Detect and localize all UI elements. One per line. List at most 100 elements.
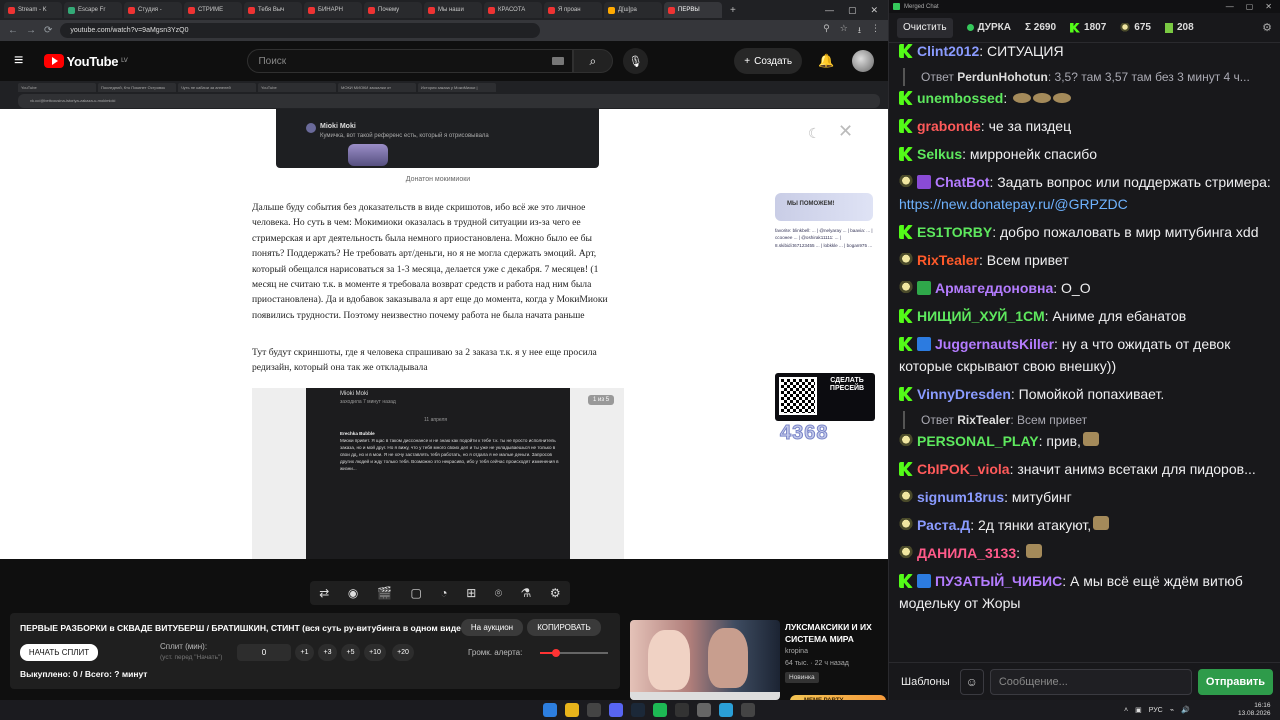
reload-icon[interactable]: ⟳ — [44, 25, 52, 36]
discord-icon[interactable] — [609, 703, 623, 717]
chat-link[interactable]: https://new.donatepay.ru/@GRPZDC — [899, 196, 1128, 212]
browser-tab[interactable]: Почему — [364, 2, 422, 18]
search-button[interactable]: ⌕ — [573, 49, 613, 73]
chat-username[interactable]: Selkus — [917, 146, 962, 162]
tray-icon[interactable]: ▣ — [1135, 706, 1142, 714]
chat-username[interactable]: CbIPOK_viola — [917, 461, 1010, 477]
increment-button[interactable]: +3 — [318, 644, 337, 661]
browser-tab[interactable]: Студия - — [124, 2, 182, 18]
close-icon[interactable]: ✕ — [870, 5, 878, 16]
chat-username[interactable]: RixTealer — [917, 252, 979, 268]
youtube-logo[interactable]: YouTube LV — [43, 54, 128, 69]
split-input[interactable]: 0 — [237, 644, 291, 661]
chat-username[interactable]: Армагеддоновна — [935, 280, 1053, 296]
bell-icon[interactable]: 🔔 — [818, 53, 834, 69]
volume-icon[interactable]: 🔊 — [1181, 706, 1190, 714]
camera-icon[interactable]: ⌾ — [495, 586, 502, 601]
chat-username[interactable]: ES1TORBY — [917, 224, 992, 240]
keyboard-icon[interactable] — [552, 57, 565, 65]
reply-username[interactable]: RixTealer — [957, 413, 1010, 427]
start-split-button[interactable]: НАЧАТЬ СПЛИТ — [20, 644, 98, 661]
browser-tab[interactable]: Я проан — [544, 2, 602, 18]
back-icon[interactable]: ← — [8, 25, 18, 36]
browser-tab[interactable]: Мы наши — [424, 2, 482, 18]
create-button[interactable]: + Создать — [734, 48, 803, 74]
chevron-up-icon[interactable]: ˄ — [1124, 707, 1128, 714]
maximize-icon[interactable]: ▢ — [848, 5, 857, 16]
browser-tab[interactable]: Stream - K — [4, 2, 62, 18]
increment-button[interactable]: +10 — [364, 644, 386, 661]
video-thumbnail[interactable] — [630, 620, 780, 700]
templates-button[interactable]: Шаблоны — [897, 669, 954, 695]
emoji-icon[interactable]: ☺ — [959, 668, 984, 695]
chrome-icon[interactable] — [565, 703, 579, 717]
copy-button[interactable]: КОПИРОВАТЬ — [527, 619, 601, 636]
obs-icon[interactable] — [675, 703, 689, 717]
chat-username[interactable]: JuggernautsKiller — [935, 336, 1054, 352]
chat-username[interactable]: Раста.Д — [917, 517, 970, 533]
browser-tab[interactable]: СТРИМЕ — [184, 2, 242, 18]
slider-knob[interactable] — [551, 649, 560, 657]
app-icon[interactable] — [697, 703, 711, 717]
telegram-icon[interactable] — [719, 703, 733, 717]
frame-icon[interactable]: ▢ — [410, 586, 421, 600]
reply-username[interactable]: PerdunHohotun — [957, 70, 1048, 84]
message-input[interactable]: Сообщение... — [989, 668, 1192, 695]
increment-button[interactable]: +1 — [295, 644, 314, 661]
browser-tab[interactable]: Тебя Выч — [244, 2, 302, 18]
chat-username[interactable]: signum18rus — [917, 489, 1004, 505]
chat-username[interactable]: Clint2012 — [917, 43, 979, 59]
recommended-video[interactable]: ЛУКСМАКСИКИ И ИХ СИСТЕМА МИРА kropina 64… — [630, 620, 880, 700]
chat-username[interactable]: ПУЗАТЫЙ_ЧИБИС — [935, 573, 1062, 589]
chat-username[interactable]: VinnyDresden — [917, 386, 1011, 402]
increment-button[interactable]: +20 — [392, 644, 414, 661]
forward-icon[interactable]: → — [26, 25, 36, 36]
chat-username[interactable]: PERSONAL_PLAY — [917, 433, 1039, 449]
clear-button[interactable]: Очистить — [897, 17, 953, 38]
url-field[interactable]: youtube.com/watch?v=9aMgsn3YzQ0 — [60, 23, 541, 38]
browser-tab[interactable]: ПЕРВЫ — [664, 2, 722, 18]
increment-button[interactable]: +5 — [341, 644, 360, 661]
loop-icon[interactable]: ⇄ — [319, 586, 329, 600]
chat-username[interactable]: unembossed — [917, 90, 1003, 106]
extension-icon[interactable]: ⚲ — [823, 23, 830, 39]
app-icon[interactable] — [741, 703, 755, 717]
start-icon[interactable] — [543, 703, 557, 717]
moon-icon[interactable]: ☾ — [808, 125, 821, 142]
maximize-icon[interactable]: ▢ — [1246, 2, 1254, 11]
add-icon[interactable]: ⊞ — [466, 586, 476, 600]
avatar[interactable] — [852, 50, 874, 72]
language-indicator[interactable]: РУС — [1149, 707, 1163, 714]
minimize-icon[interactable]: — — [825, 5, 834, 16]
close-icon[interactable]: ✕ — [1265, 2, 1272, 11]
browser-tab[interactable]: КРАСОТА — [484, 2, 542, 18]
video-title[interactable]: ЛУКСМАКСИКИ И ИХ СИСТЕМА МИРА — [785, 621, 880, 645]
browser-tab[interactable]: Д[ш]ра — [604, 2, 662, 18]
send-button[interactable]: Отправить — [1197, 668, 1273, 695]
gear-icon[interactable]: ⚙ — [1262, 21, 1272, 34]
browser-tab[interactable]: Escape Fr — [64, 2, 122, 18]
steam-icon[interactable] — [631, 703, 645, 717]
browser-tab[interactable]: БИНАРН — [304, 2, 362, 18]
close-icon[interactable]: ✕ — [838, 121, 853, 142]
menu-icon[interactable]: ⋮ — [871, 23, 880, 39]
app-icon[interactable] — [587, 703, 601, 717]
flask-icon[interactable]: ⚗ — [521, 586, 532, 600]
alert-volume-slider[interactable] — [540, 649, 608, 657]
broadcast-icon[interactable]: ◉ — [348, 586, 358, 600]
new-tab-icon[interactable]: + — [724, 5, 742, 16]
video-player[interactable]: YouTube Последний, Кто Покинет Островок Чу… — [0, 81, 888, 559]
menu-icon[interactable]: ≡ — [14, 52, 44, 70]
download-icon[interactable]: ⭳ — [858, 23, 861, 39]
gear-icon[interactable]: ⚙ — [550, 586, 561, 600]
spotify-icon[interactable] — [653, 703, 667, 717]
channel-name[interactable]: kropina — [785, 648, 808, 655]
auction-button[interactable]: На аукцион — [461, 619, 523, 636]
chat-username[interactable]: ChatBot — [935, 174, 989, 190]
star-icon[interactable]: ☆ — [840, 23, 848, 39]
mic-icon[interactable]: 🎙 — [622, 48, 649, 74]
minimize-icon[interactable]: — — [1226, 2, 1234, 11]
timer-icon[interactable]: ◔ — [440, 586, 447, 600]
chat-username[interactable]: НИЩИЙ_ХУЙ_1СМ — [917, 308, 1045, 324]
clapper-icon[interactable]: 🎬 — [377, 586, 392, 600]
